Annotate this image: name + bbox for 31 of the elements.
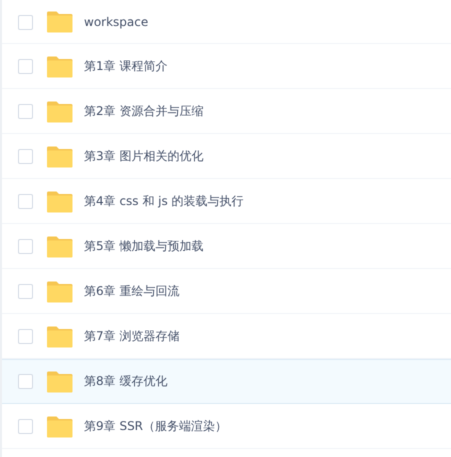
checkbox[interactable]	[18, 14, 33, 30]
folder-icon	[46, 370, 73, 392]
checkbox[interactable]	[18, 194, 33, 209]
folder-name[interactable]: 第3章 图片相关的优化	[84, 148, 204, 165]
checkbox[interactable]	[18, 284, 33, 299]
folder-name[interactable]: 第5章 懒加载与预加载	[84, 238, 204, 255]
checkbox[interactable]	[18, 374, 33, 389]
folder-name[interactable]: 第9章 SSR（服务端渲染）	[84, 418, 228, 435]
folder-icon	[46, 326, 73, 348]
folder-name[interactable]: 第1章 课程简介	[84, 58, 168, 75]
folder-name[interactable]: 第8章 缓存优化	[84, 373, 168, 390]
checkbox[interactable]	[18, 149, 33, 164]
folder-icon	[46, 11, 73, 33]
checkbox[interactable]	[18, 329, 33, 344]
folder-name[interactable]: 第4章 css 和 js 的装载与执行	[84, 193, 244, 210]
folder-name[interactable]: 第2章 资源合并与压缩	[84, 103, 204, 120]
folder-name[interactable]: workspace	[84, 15, 148, 29]
folder-icon	[46, 416, 73, 438]
checkbox[interactable]	[18, 104, 33, 119]
checkbox[interactable]	[18, 59, 33, 74]
folder-icon	[46, 146, 73, 168]
folder-icon	[46, 236, 73, 258]
folder-name[interactable]: 第6章 重绘与回流	[84, 283, 180, 300]
folder-icon	[46, 280, 73, 302]
folder-icon	[46, 100, 73, 122]
checkbox[interactable]	[18, 239, 33, 254]
checkbox[interactable]	[18, 419, 33, 434]
folder-icon	[46, 190, 73, 212]
folder-icon	[46, 56, 73, 78]
file-row[interactable]: 第8章 缓存优化	[2, 359, 451, 404]
folder-name[interactable]: 第7章 浏览器存储	[84, 328, 180, 345]
